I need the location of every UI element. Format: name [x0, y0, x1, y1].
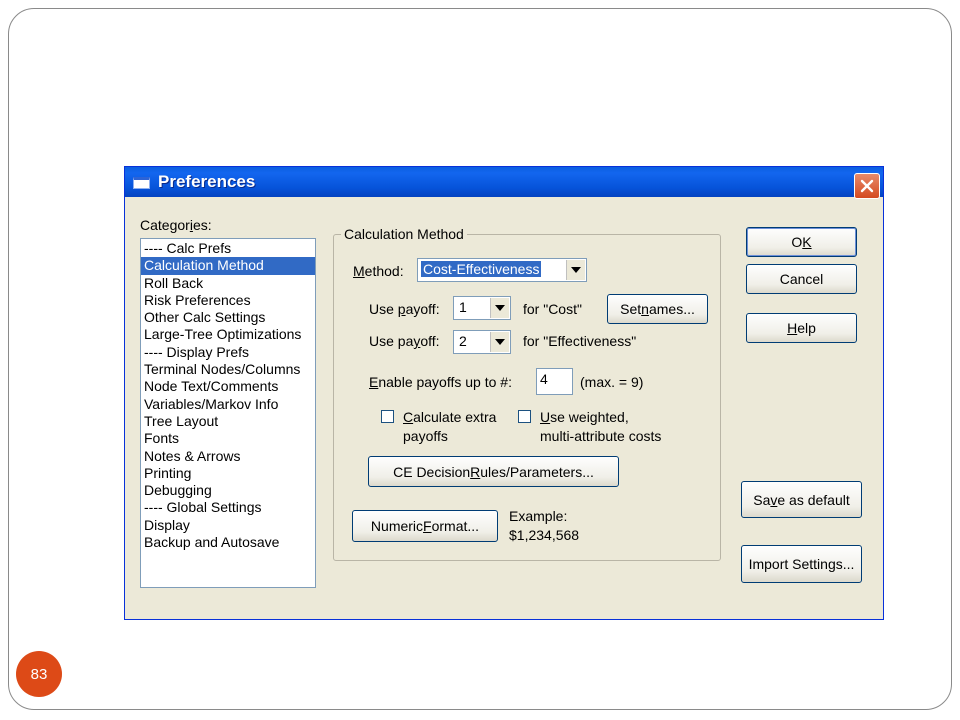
chevron-down-icon [571, 267, 581, 273]
list-item[interactable]: Notes & Arrows [141, 448, 315, 465]
method-dropdown-arrow[interactable] [566, 260, 585, 280]
method-value: Cost-Effectiveness [421, 261, 542, 277]
use-weighted-label-line2: multi-attribute costs [540, 428, 662, 444]
help-button[interactable]: Help [746, 313, 857, 343]
list-item[interactable]: Calculation Method [141, 257, 315, 275]
payoff1-for-text: for "Cost" [523, 301, 582, 317]
list-item[interactable]: Roll Back [141, 275, 315, 292]
enable-payoffs-input[interactable]: 4 [536, 368, 573, 395]
list-item[interactable]: Printing [141, 465, 315, 482]
list-item[interactable]: Debugging [141, 482, 315, 499]
set-names-button[interactable]: Set n ames... [607, 294, 708, 324]
list-item[interactable]: Risk Preferences [141, 292, 315, 309]
payoff2-select[interactable]: 2 [453, 330, 511, 354]
list-item[interactable]: ---- Display Prefs [141, 344, 315, 361]
close-button[interactable] [854, 173, 880, 199]
calculate-extra-label-line2: payoffs [403, 428, 448, 444]
ok-button[interactable]: OK [746, 227, 857, 257]
list-item[interactable]: Backup and Autosave [141, 534, 315, 551]
close-icon [860, 179, 874, 193]
preferences-dialog: Preferences Categories: ---- Calc Prefs C… [124, 166, 884, 620]
example-label: Example: [509, 508, 568, 524]
max-payoffs-text: (max. = 9) [580, 374, 644, 390]
import-settings-button[interactable]: Import Settings... [741, 545, 862, 583]
list-item[interactable]: Fonts [141, 430, 315, 447]
numeric-format-button[interactable]: Numeric Format... [352, 510, 498, 542]
payoff2-dropdown-arrow[interactable] [490, 332, 509, 352]
chevron-down-icon [495, 305, 505, 311]
list-item[interactable]: ---- Calc Prefs [141, 240, 315, 257]
ce-decision-rules-button[interactable]: CE Decision Rules/Parameters... [368, 456, 619, 487]
method-label: Method: [353, 263, 404, 279]
example-value: $1,234,568 [509, 527, 580, 543]
list-item[interactable]: Other Calc Settings [141, 309, 315, 326]
payoff1-value: 1 [459, 299, 467, 315]
categories-list[interactable]: ---- Calc Prefs Calculation Method Roll Ba… [140, 238, 316, 588]
list-item[interactable]: ---- Global Settings [141, 499, 315, 516]
group-title: Calculation Method [341, 226, 467, 242]
list-item[interactable]: Variables/Markov Info [141, 396, 315, 413]
payoff1-label: Use payoff: [369, 301, 440, 317]
dialog-title: Preferences [158, 172, 256, 191]
list-item[interactable]: Terminal Nodes/Columns [141, 361, 315, 378]
list-item[interactable]: Tree Layout [141, 413, 315, 430]
page-number-badge: 83 [16, 651, 62, 697]
method-select[interactable]: Cost-Effectiveness [417, 258, 587, 282]
chevron-down-icon [495, 339, 505, 345]
title-bar[interactable]: Preferences [125, 167, 883, 199]
window-icon [133, 177, 150, 189]
payoff2-label: Use payoff: [369, 333, 440, 349]
payoff2-for-text: for "Effectiveness" [523, 333, 637, 349]
payoff2-value: 2 [459, 333, 467, 349]
save-as-default-button[interactable]: Sa v e as default [741, 481, 862, 518]
categories-label: Categories: [140, 217, 212, 233]
list-item[interactable]: Large-Tree Optimizations [141, 326, 315, 343]
payoff1-select[interactable]: 1 [453, 296, 511, 320]
enable-payoffs-label: Enable payoffs up to #: [369, 374, 512, 390]
list-item[interactable]: Node Text/Comments [141, 378, 315, 395]
use-weighted-label: Use weighted, [540, 409, 629, 425]
payoff1-dropdown-arrow[interactable] [490, 298, 509, 318]
use-weighted-checkbox[interactable] [518, 410, 531, 423]
calculate-extra-checkbox[interactable] [381, 410, 394, 423]
cancel-button[interactable]: Cancel [746, 264, 857, 294]
list-item[interactable]: Display [141, 517, 315, 534]
calculate-extra-label: Calculate extra [403, 409, 497, 425]
